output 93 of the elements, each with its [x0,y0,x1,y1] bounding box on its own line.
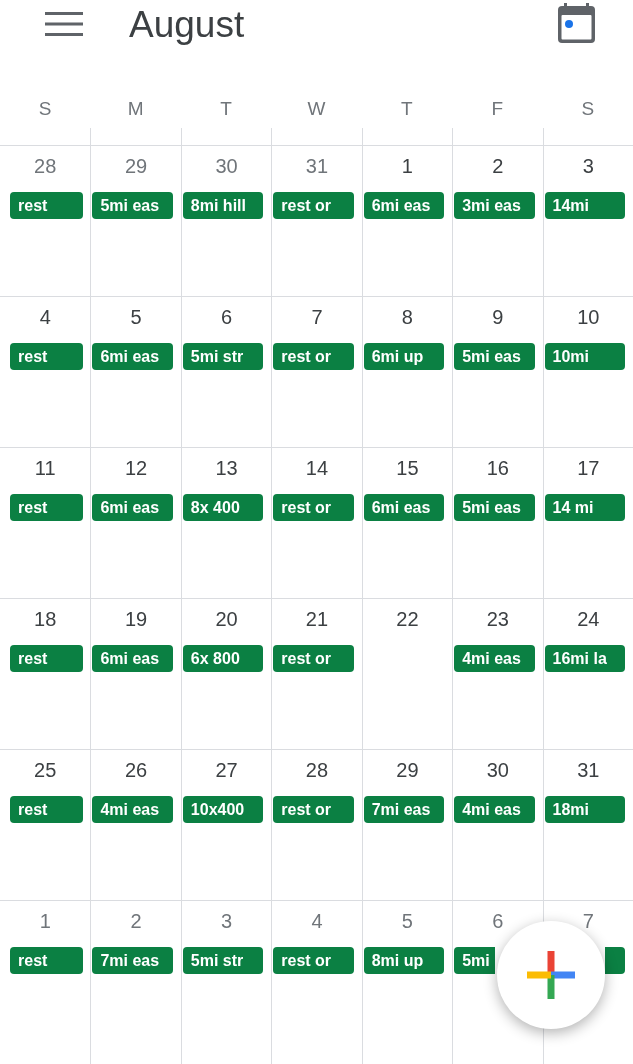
event-chip[interactable]: 5mi str [182,343,264,370]
event-chip[interactable]: 6mi up [363,343,445,370]
event-chip[interactable]: 5mi eas [92,192,173,219]
date-number: 16 [486,456,509,480]
event-chip[interactable]: 6mi eas [363,192,445,219]
event-chip[interactable]: rest or [273,645,354,672]
date-number: 8 [401,305,413,329]
event-chip[interactable]: 6x 800 [182,645,264,672]
date-number: 21 [305,607,329,631]
date-number: 10 [577,305,600,329]
date-number: 5 [130,305,142,329]
date-number: 28 [34,154,57,178]
weekday-label: T [220,98,232,120]
weekday-label: S [581,98,595,120]
date-number: 28 [305,758,329,782]
date-number: 7 [582,909,594,933]
event-chip[interactable]: rest [10,343,84,370]
calendar-icon[interactable] [558,3,595,43]
event-chip[interactable]: 6mi eas [92,343,173,370]
date-number: 3 [221,909,233,933]
event-chip[interactable]: 3mi eas [454,192,535,219]
date-number: 31 [577,758,600,782]
date-number: 2 [130,909,142,933]
event-chip[interactable]: 16mi la [544,645,625,672]
event-chip[interactable]: 14mi [544,192,625,219]
date-number: 17 [577,456,600,480]
weekday-label: F [491,98,504,120]
weekday-label: S [38,98,52,120]
date-number: 31 [305,154,329,178]
date-number: 5 [401,909,413,933]
date-number: 30 [486,758,509,782]
event-chip[interactable]: 5mi str [182,947,264,974]
date-number: 7 [311,305,323,329]
date-number: 23 [486,607,509,631]
event-chip[interactable]: 10x400 [182,796,264,823]
date-number: 6 [492,909,504,933]
event-chip[interactable]: 14 mi [544,494,625,521]
date-number: 1 [39,909,51,933]
date-number: 1 [401,154,413,178]
event-chip[interactable]: 7mi eas [363,796,445,823]
date-number: 2 [492,154,504,178]
event-chip[interactable]: 6mi eas [363,494,445,521]
date-number: 27 [215,758,238,782]
date-number: 9 [492,305,504,329]
event-chip[interactable]: 4mi eas [92,796,173,823]
date-number: 3 [582,154,594,178]
date-number: 18 [34,607,57,631]
event-chip[interactable]: 5mi eas [454,343,535,370]
month-title: August [129,5,245,45]
date-number: 4 [39,305,51,329]
date-number: 26 [125,758,148,782]
event-chip[interactable]: rest [10,192,84,219]
event-chip[interactable]: 6mi eas [92,494,173,521]
date-number: 6 [221,305,233,329]
date-number: 20 [215,607,238,631]
date-number: 25 [34,758,57,782]
event-chip[interactable]: rest or [273,192,354,219]
event-chip[interactable]: rest [10,645,84,672]
date-number: 24 [577,607,600,631]
event-chip[interactable]: 18mi [544,796,625,823]
date-number: 19 [125,607,148,631]
date-number: 4 [311,909,323,933]
date-number: 22 [396,607,419,631]
event-chip[interactable]: rest or [273,494,354,521]
event-chip[interactable]: rest [10,947,84,974]
event-chip[interactable]: 4mi eas [454,645,535,672]
date-number: 13 [215,456,238,480]
weekday-label: M [127,98,144,120]
event-chip[interactable]: 8x 400 [182,494,264,521]
date-number: 29 [396,758,419,782]
event-chip[interactable]: rest or [273,343,354,370]
event-chip[interactable]: 6mi eas [92,645,173,672]
event-chip[interactable]: rest or [273,947,354,974]
event-chip[interactable]: 5mi [454,947,496,974]
date-number: 12 [125,456,148,480]
event-chip[interactable]: rest [10,494,84,521]
event-chip[interactable]: rest or [273,796,354,823]
event-chip[interactable]: 5mi eas [454,494,535,521]
event-chip[interactable]: rest [10,796,84,823]
plus-icon [527,951,575,999]
menu-icon[interactable] [45,12,83,36]
weekday-label: T [401,98,413,120]
event-chip[interactable]: 10mi [544,343,625,370]
event-chip[interactable]: 4mi eas [454,796,535,823]
date-number: 14 [305,456,329,480]
date-number: 15 [396,456,419,480]
event-chip[interactable]: 8mi up [363,947,445,974]
date-number: 11 [34,456,56,480]
event-chip[interactable]: 8mi hill [182,192,264,219]
weekday-label: W [307,98,326,120]
date-number: 29 [125,154,148,178]
date-number: 30 [215,154,238,178]
event-chip[interactable]: 7mi eas [92,947,173,974]
